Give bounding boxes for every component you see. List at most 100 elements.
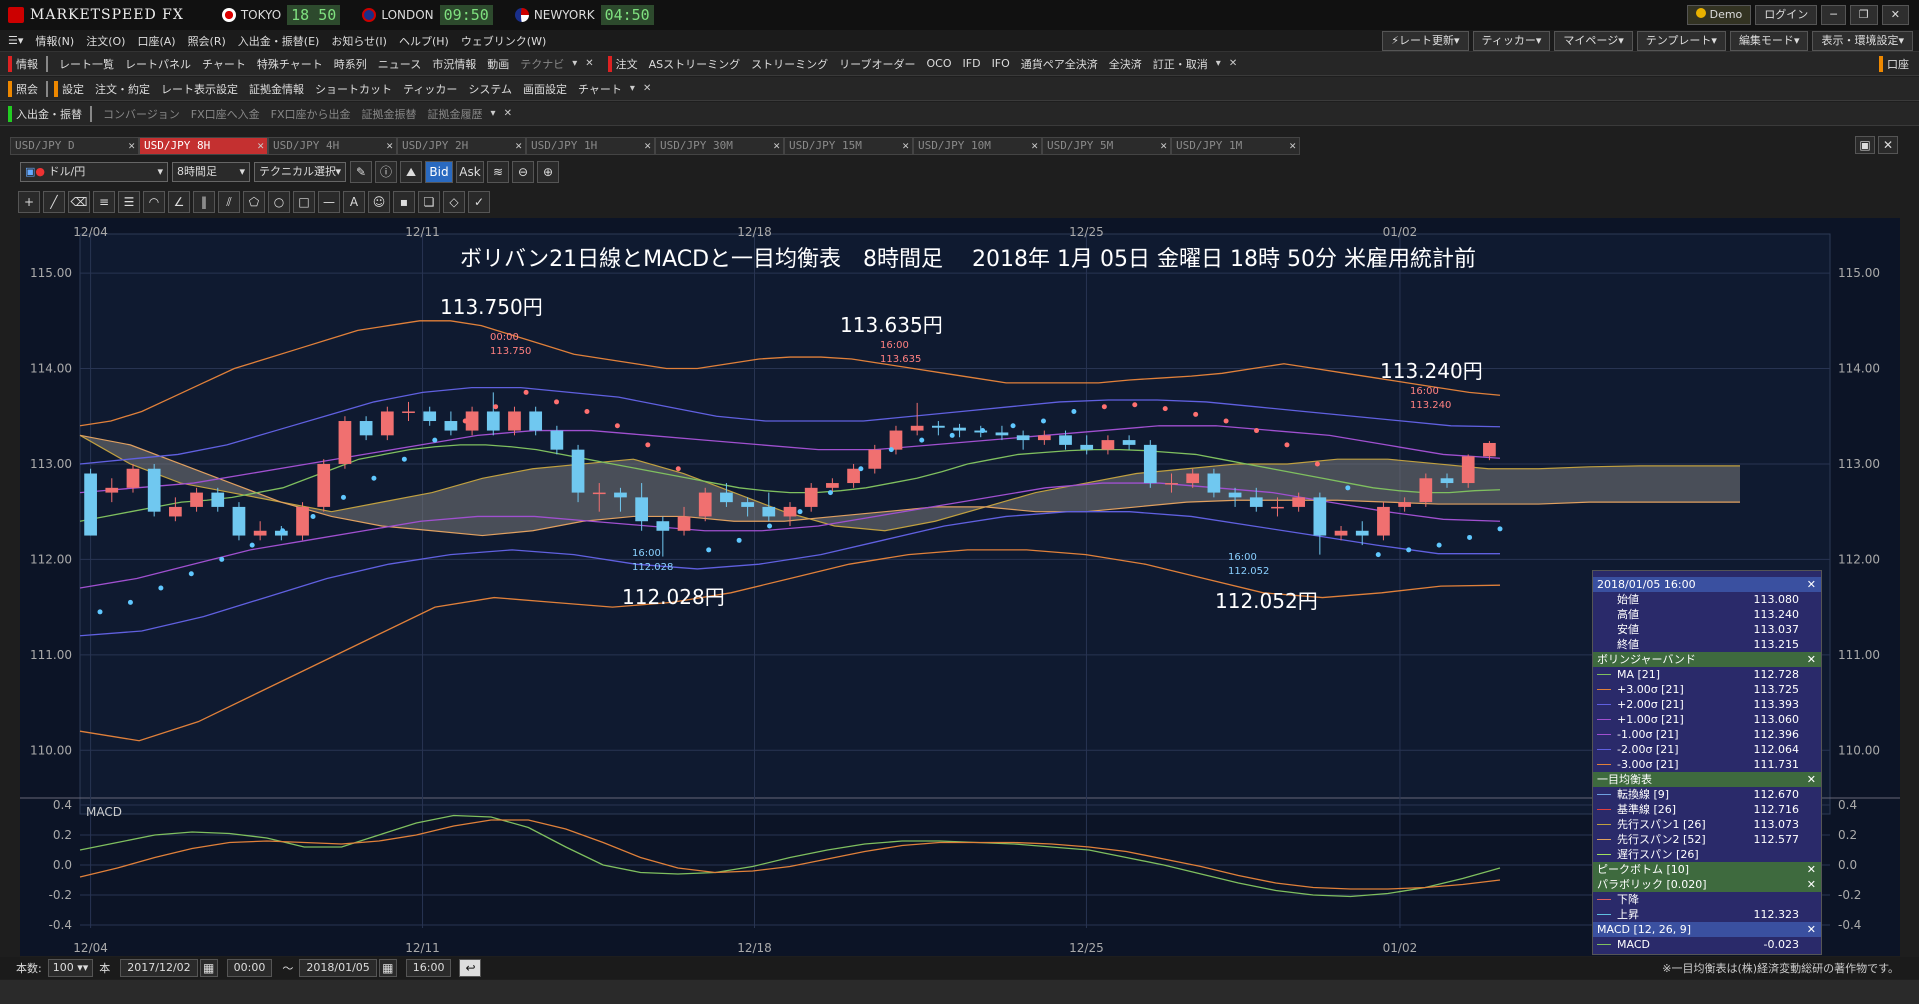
tb-timeseries[interactable]: 時系列 — [334, 56, 367, 72]
tb-rate-list[interactable]: レート一覧 — [59, 56, 114, 72]
tb-system[interactable]: システム — [468, 81, 512, 97]
close-icon[interactable]: ✕ — [504, 108, 512, 119]
fan-icon[interactable]: ◠ — [143, 191, 165, 213]
pen-icon[interactable]: ✎ — [350, 161, 372, 183]
tab-usdjpy-1h[interactable]: USD/JPY 1H ✕ — [526, 137, 655, 155]
template-button[interactable]: テンプレート▾ — [1636, 30, 1726, 51]
tb-modify-cancel[interactable]: 訂正・取消 — [1153, 56, 1208, 72]
from-date-field[interactable]: 2017/12/02 — [120, 959, 198, 977]
info-icon[interactable]: ⓘ — [375, 161, 397, 183]
tab-usdjpy-15m[interactable]: USD/JPY 15M ✕ — [784, 137, 913, 155]
technical-select[interactable]: テクニカル選択 ▾ — [254, 162, 346, 182]
rectangle-icon[interactable]: □ — [293, 191, 315, 213]
tb-screen-settings[interactable]: 画面設定 — [523, 81, 567, 97]
tb-special-chart[interactable]: 特殊チャート — [257, 56, 323, 72]
zoom-out-icon[interactable]: ⊖ — [512, 161, 534, 183]
line-icon[interactable]: — — [318, 191, 340, 213]
close-icon[interactable]: ✕ — [1807, 772, 1816, 787]
arc-icon[interactable]: ∠ — [168, 191, 190, 213]
menu-order[interactable]: 注文(O) — [86, 33, 125, 49]
demo-button[interactable]: Demo — [1686, 5, 1752, 25]
close-icon[interactable]: ✕ — [1807, 577, 1816, 592]
chevron-down-icon[interactable]: ▾ — [572, 58, 577, 69]
crosshair-icon[interactable]: + — [18, 191, 40, 213]
tb-ifd[interactable]: IFD — [963, 57, 981, 70]
close-icon[interactable]: ✕ — [1807, 862, 1816, 877]
close-icon[interactable]: ✕ — [1807, 652, 1816, 667]
edit-mode-button[interactable]: 編集モード▾ — [1729, 30, 1809, 51]
tb-leave-order[interactable]: リーブオーダー — [839, 56, 915, 72]
trendline-icon[interactable]: ╱ — [43, 191, 65, 213]
delete-icon[interactable]: ▪ — [393, 191, 415, 213]
tb-fx-withdraw[interactable]: FX口座から出金 — [271, 106, 351, 122]
tb-oco[interactable]: OCO — [927, 57, 952, 70]
tb-shortcut[interactable]: ショートカット — [315, 81, 392, 97]
tb-ticker[interactable]: ティッカー — [403, 81, 457, 97]
from-time-field[interactable]: 00:00 — [226, 959, 273, 977]
close-icon[interactable]: ✕ — [1878, 136, 1898, 154]
restore-button[interactable]: ❐ — [1849, 5, 1878, 25]
close-icon[interactable]: ✕ — [1229, 58, 1237, 69]
close-icon[interactable]: ✕ — [1807, 922, 1816, 937]
calendar-icon[interactable]: ▦ — [378, 959, 397, 977]
hline-icon[interactable]: ≡ — [93, 191, 115, 213]
tb-conversion[interactable]: コンバージョン — [103, 106, 180, 122]
menu-notice[interactable]: お知らせ(I) — [331, 33, 387, 49]
menu-weblink[interactable]: ウェブリンク(W) — [461, 33, 546, 49]
mypage-button[interactable]: マイページ▾ — [1554, 30, 1633, 51]
pentagon-icon[interactable]: ⬠ — [243, 191, 265, 213]
display-settings-button[interactable]: 表示・環境設定▾ — [1812, 30, 1913, 51]
menu-deposit[interactable]: 入出金・振替(E) — [238, 33, 320, 49]
compare-icon[interactable]: ≋ — [487, 161, 509, 183]
to-time-field[interactable]: 16:00 — [405, 959, 452, 977]
tab-usdjpy-4h[interactable]: USD/JPY 4H ✕ — [268, 137, 397, 155]
tb-rate-panel[interactable]: レートパネル — [125, 56, 191, 72]
rate-update-button[interactable]: ⚡レート更新▾ — [1382, 30, 1469, 51]
chevron-down-icon[interactable]: ▾ — [630, 83, 635, 94]
tb-streaming[interactable]: ストリーミング — [751, 56, 828, 72]
chevron-down-icon[interactable]: ▾ — [491, 108, 496, 119]
maximize-icon[interactable]: ▣ — [1855, 136, 1875, 154]
tb-chart[interactable]: チャート — [202, 56, 246, 72]
tb-ifo[interactable]: IFO — [992, 57, 1010, 70]
eraser-icon[interactable]: ⌫ — [68, 191, 90, 213]
menu-icon[interactable]: ☰▾ — [8, 34, 23, 47]
tb-video[interactable]: 動画 — [487, 56, 509, 72]
tab-usdjpy-30m[interactable]: USD/JPY 30M ✕ — [655, 137, 784, 155]
login-button[interactable]: ログイン — [1755, 5, 1818, 25]
clear-icon[interactable]: ◇ — [443, 191, 465, 213]
circle-icon[interactable]: ○ — [268, 191, 290, 213]
timeframe-select[interactable]: 8時間足 ▾ — [172, 162, 250, 182]
chart-type-icon[interactable]: ⛰ — [400, 161, 422, 183]
tb-news[interactable]: ニュース — [378, 56, 421, 72]
copy-icon[interactable]: ❏ — [418, 191, 440, 213]
vlines-icon[interactable]: ‖ — [193, 191, 215, 213]
menu-inquiry[interactable]: 照会(R) — [188, 33, 226, 49]
menu-account[interactable]: 口座(A) — [137, 33, 175, 49]
count-select[interactable]: 100 ▾▾ — [47, 959, 94, 977]
edit-icon[interactable]: ✓ — [468, 191, 490, 213]
ticker-button[interactable]: ティッカー▾ — [1472, 30, 1551, 51]
bid-button[interactable]: Bid — [425, 161, 453, 183]
tb-as-streaming[interactable]: ASストリーミング — [649, 56, 741, 72]
tb-technavi[interactable]: テクナビ — [520, 56, 564, 72]
chevron-down-icon[interactable]: ▾ — [1216, 58, 1221, 69]
menu-info[interactable]: 情報(N) — [35, 33, 74, 49]
channel-icon[interactable]: ☰ — [118, 191, 140, 213]
tab-usdjpy-d[interactable]: USD/JPY D ✕ — [10, 137, 139, 155]
to-date-field[interactable]: 2018/01/05 — [299, 959, 377, 977]
menu-help[interactable]: ヘルプ(H) — [399, 33, 449, 49]
text-icon[interactable]: A — [343, 191, 365, 213]
tab-usdjpy-5m[interactable]: USD/JPY 5M ✕ — [1042, 137, 1171, 155]
tb-market-info[interactable]: 市況情報 — [432, 56, 476, 72]
parallel-icon[interactable]: ⫽ — [218, 191, 240, 213]
calendar-icon[interactable]: ▦ — [199, 959, 218, 977]
tb-account[interactable]: 口座 — [1887, 56, 1909, 72]
minimize-button[interactable]: ─ — [1821, 5, 1846, 25]
tab-usdjpy-10m[interactable]: USD/JPY 10M ✕ — [913, 137, 1042, 155]
tab-usdjpy-8h[interactable]: USD/JPY 8H ✕ — [139, 137, 268, 155]
tb-rate-display[interactable]: レート表示設定 — [161, 81, 238, 97]
close-button[interactable]: ✕ — [1881, 5, 1909, 25]
refresh-icon[interactable]: ↩ — [459, 959, 482, 977]
tb-close-all[interactable]: 全決済 — [1109, 56, 1142, 72]
